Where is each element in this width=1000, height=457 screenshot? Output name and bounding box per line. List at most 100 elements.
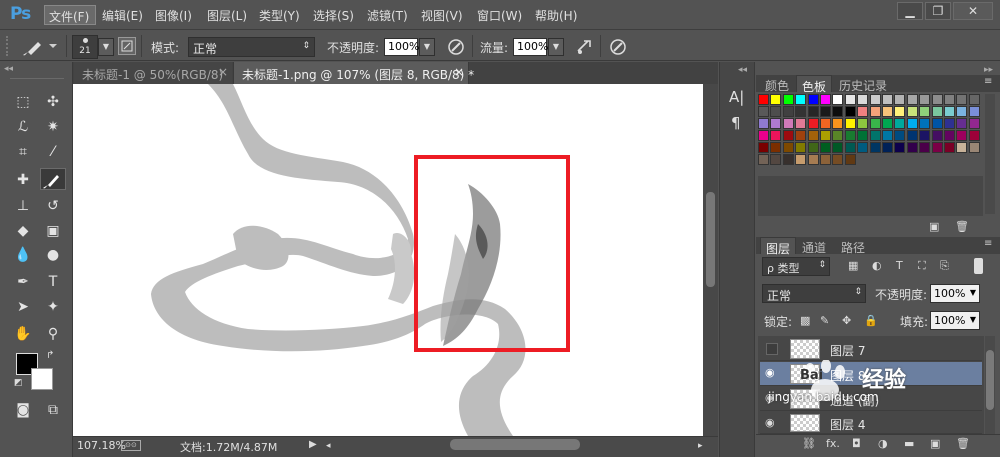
color-swatch[interactable]	[906, 118, 918, 129]
color-swatch[interactable]	[820, 130, 831, 141]
color-swatch[interactable]	[919, 130, 931, 141]
color-swatch[interactable]	[956, 130, 968, 141]
color-swatch[interactable]	[782, 142, 794, 153]
marquee-tool-icon[interactable]: ⬚	[12, 92, 34, 112]
color-swatch[interactable]	[857, 130, 869, 141]
color-swatch[interactable]	[857, 94, 869, 105]
color-swatch[interactable]	[944, 106, 955, 117]
menu-image[interactable]: 图像(I)	[155, 7, 192, 24]
color-swatch[interactable]	[844, 142, 856, 153]
character-panel-icon[interactable]: A|	[729, 88, 744, 106]
layers-scroll-thumb[interactable]	[986, 350, 994, 410]
color-swatch[interactable]	[956, 94, 968, 105]
color-swatch[interactable]	[770, 142, 782, 153]
type-tool-icon[interactable]: T	[42, 272, 64, 292]
layer-name[interactable]: 图层 7	[830, 342, 865, 359]
pressure-size-button[interactable]	[608, 37, 628, 57]
color-swatch[interactable]	[919, 142, 931, 153]
minimize-button[interactable]: ▁	[897, 2, 923, 20]
color-swatch[interactable]	[820, 142, 831, 153]
color-swatch[interactable]	[782, 118, 794, 129]
color-swatch[interactable]	[758, 118, 769, 129]
filter-toggle-switch[interactable]	[974, 258, 983, 274]
menu-layer[interactable]: 图层(L)	[207, 7, 247, 24]
visibility-toggle-off[interactable]	[766, 343, 778, 355]
brush-tool-icon[interactable]	[40, 168, 66, 190]
color-swatch[interactable]	[844, 154, 856, 165]
color-swatch[interactable]	[931, 118, 943, 129]
color-swatch[interactable]	[906, 142, 918, 153]
menu-edit[interactable]: 编辑(E)	[102, 7, 143, 24]
filter-type-icon[interactable]: T	[896, 259, 903, 272]
airbrush-button[interactable]	[574, 37, 594, 57]
color-swatch[interactable]	[782, 94, 794, 105]
menu-filter[interactable]: 滤镜(T)	[367, 7, 408, 24]
panel-menu-icon[interactable]: ≡	[984, 238, 992, 249]
zoom-tool-icon[interactable]: ⚲	[42, 324, 64, 344]
tab-color[interactable]: 颜色	[760, 75, 794, 93]
color-swatch[interactable]	[807, 130, 819, 141]
color-swatch[interactable]	[795, 106, 807, 117]
close-tab-icon[interactable]: ×	[454, 65, 464, 79]
color-swatch[interactable]	[807, 142, 819, 153]
color-swatch[interactable]	[758, 130, 769, 141]
menu-help[interactable]: 帮助(H)	[535, 7, 577, 24]
close-window-button[interactable]: ✕	[953, 2, 993, 20]
color-swatch[interactable]	[807, 106, 819, 117]
blur-tool-icon[interactable]: 💧	[12, 245, 34, 265]
shape-tool-icon[interactable]: ✦	[42, 297, 64, 317]
fill-input[interactable]: 100% ▼	[930, 311, 980, 330]
color-swatch[interactable]	[906, 94, 918, 105]
eyedropper-tool-icon[interactable]: ⁄	[42, 142, 64, 162]
color-swatch[interactable]	[931, 94, 943, 105]
quick-mask-icon[interactable]: ◙	[12, 400, 34, 420]
color-swatch[interactable]	[807, 118, 819, 129]
new-swatch-icon[interactable]: ▣	[929, 220, 939, 233]
history-brush-tool-icon[interactable]: ↺	[42, 196, 64, 216]
color-swatch[interactable]	[931, 142, 943, 153]
color-swatch[interactable]	[906, 106, 918, 117]
color-swatch[interactable]	[894, 94, 906, 105]
collapse-toolbar-icon[interactable]: ◂◂	[4, 64, 13, 74]
background-color-swatch[interactable]	[31, 368, 53, 390]
color-swatch[interactable]	[968, 94, 980, 105]
lasso-tool-icon[interactable]: ℒ	[12, 117, 34, 137]
lock-paint-icon[interactable]: ✎	[820, 314, 829, 327]
color-swatch[interactable]	[857, 142, 869, 153]
color-swatch[interactable]	[894, 118, 906, 129]
color-swatch[interactable]	[832, 94, 844, 105]
hand-tool-icon[interactable]: ✋	[12, 324, 34, 344]
color-swatch[interactable]	[770, 154, 782, 165]
tab-document-1[interactable]: 未标题-1 @ 50%(RGB/8) ×	[74, 62, 232, 84]
trash-icon[interactable]: 🗑	[955, 220, 969, 233]
vertical-scroll-thumb[interactable]	[706, 192, 715, 287]
color-swatch[interactable]	[968, 106, 980, 117]
color-swatch[interactable]	[968, 142, 980, 153]
color-swatch[interactable]	[869, 118, 881, 129]
color-swatch[interactable]	[782, 130, 794, 141]
path-selection-tool-icon[interactable]: ➤	[12, 297, 34, 317]
eye-icon[interactable]: ◉	[765, 416, 775, 429]
expand-dock-icon[interactable]: ▸▸	[984, 65, 993, 75]
filter-adjustment-icon[interactable]: ◐	[872, 259, 882, 272]
layer-opacity-input[interactable]: 100% ▼	[930, 284, 980, 303]
filter-smart-object-icon[interactable]: ⎘	[940, 259, 949, 273]
horizontal-scroll-thumb[interactable]	[450, 439, 580, 450]
opacity-input[interactable]: 100%	[384, 38, 419, 56]
brush-size-dropdown[interactable]: ▼	[98, 38, 114, 56]
collapse-dock-icon[interactable]: ◂◂	[738, 65, 747, 75]
fx-icon[interactable]: fx.	[826, 437, 840, 450]
color-swatch[interactable]	[956, 106, 968, 117]
filter-shape-icon[interactable]: ⛶	[918, 259, 926, 273]
tab-layers[interactable]: 图层	[760, 237, 797, 256]
color-swatch[interactable]	[770, 130, 782, 141]
new-layer-icon[interactable]: ▣	[930, 437, 940, 450]
color-swatch[interactable]	[758, 106, 769, 117]
color-swatch[interactable]	[795, 94, 807, 105]
tab-channels[interactable]: 通道	[797, 237, 831, 255]
dodge-tool-icon[interactable]: ●	[42, 245, 64, 265]
filter-pixel-icon[interactable]: ▦	[848, 259, 858, 272]
color-swatch[interactable]	[894, 130, 906, 141]
scroll-left-icon[interactable]: ◂	[326, 441, 331, 451]
color-swatch[interactable]	[944, 130, 955, 141]
